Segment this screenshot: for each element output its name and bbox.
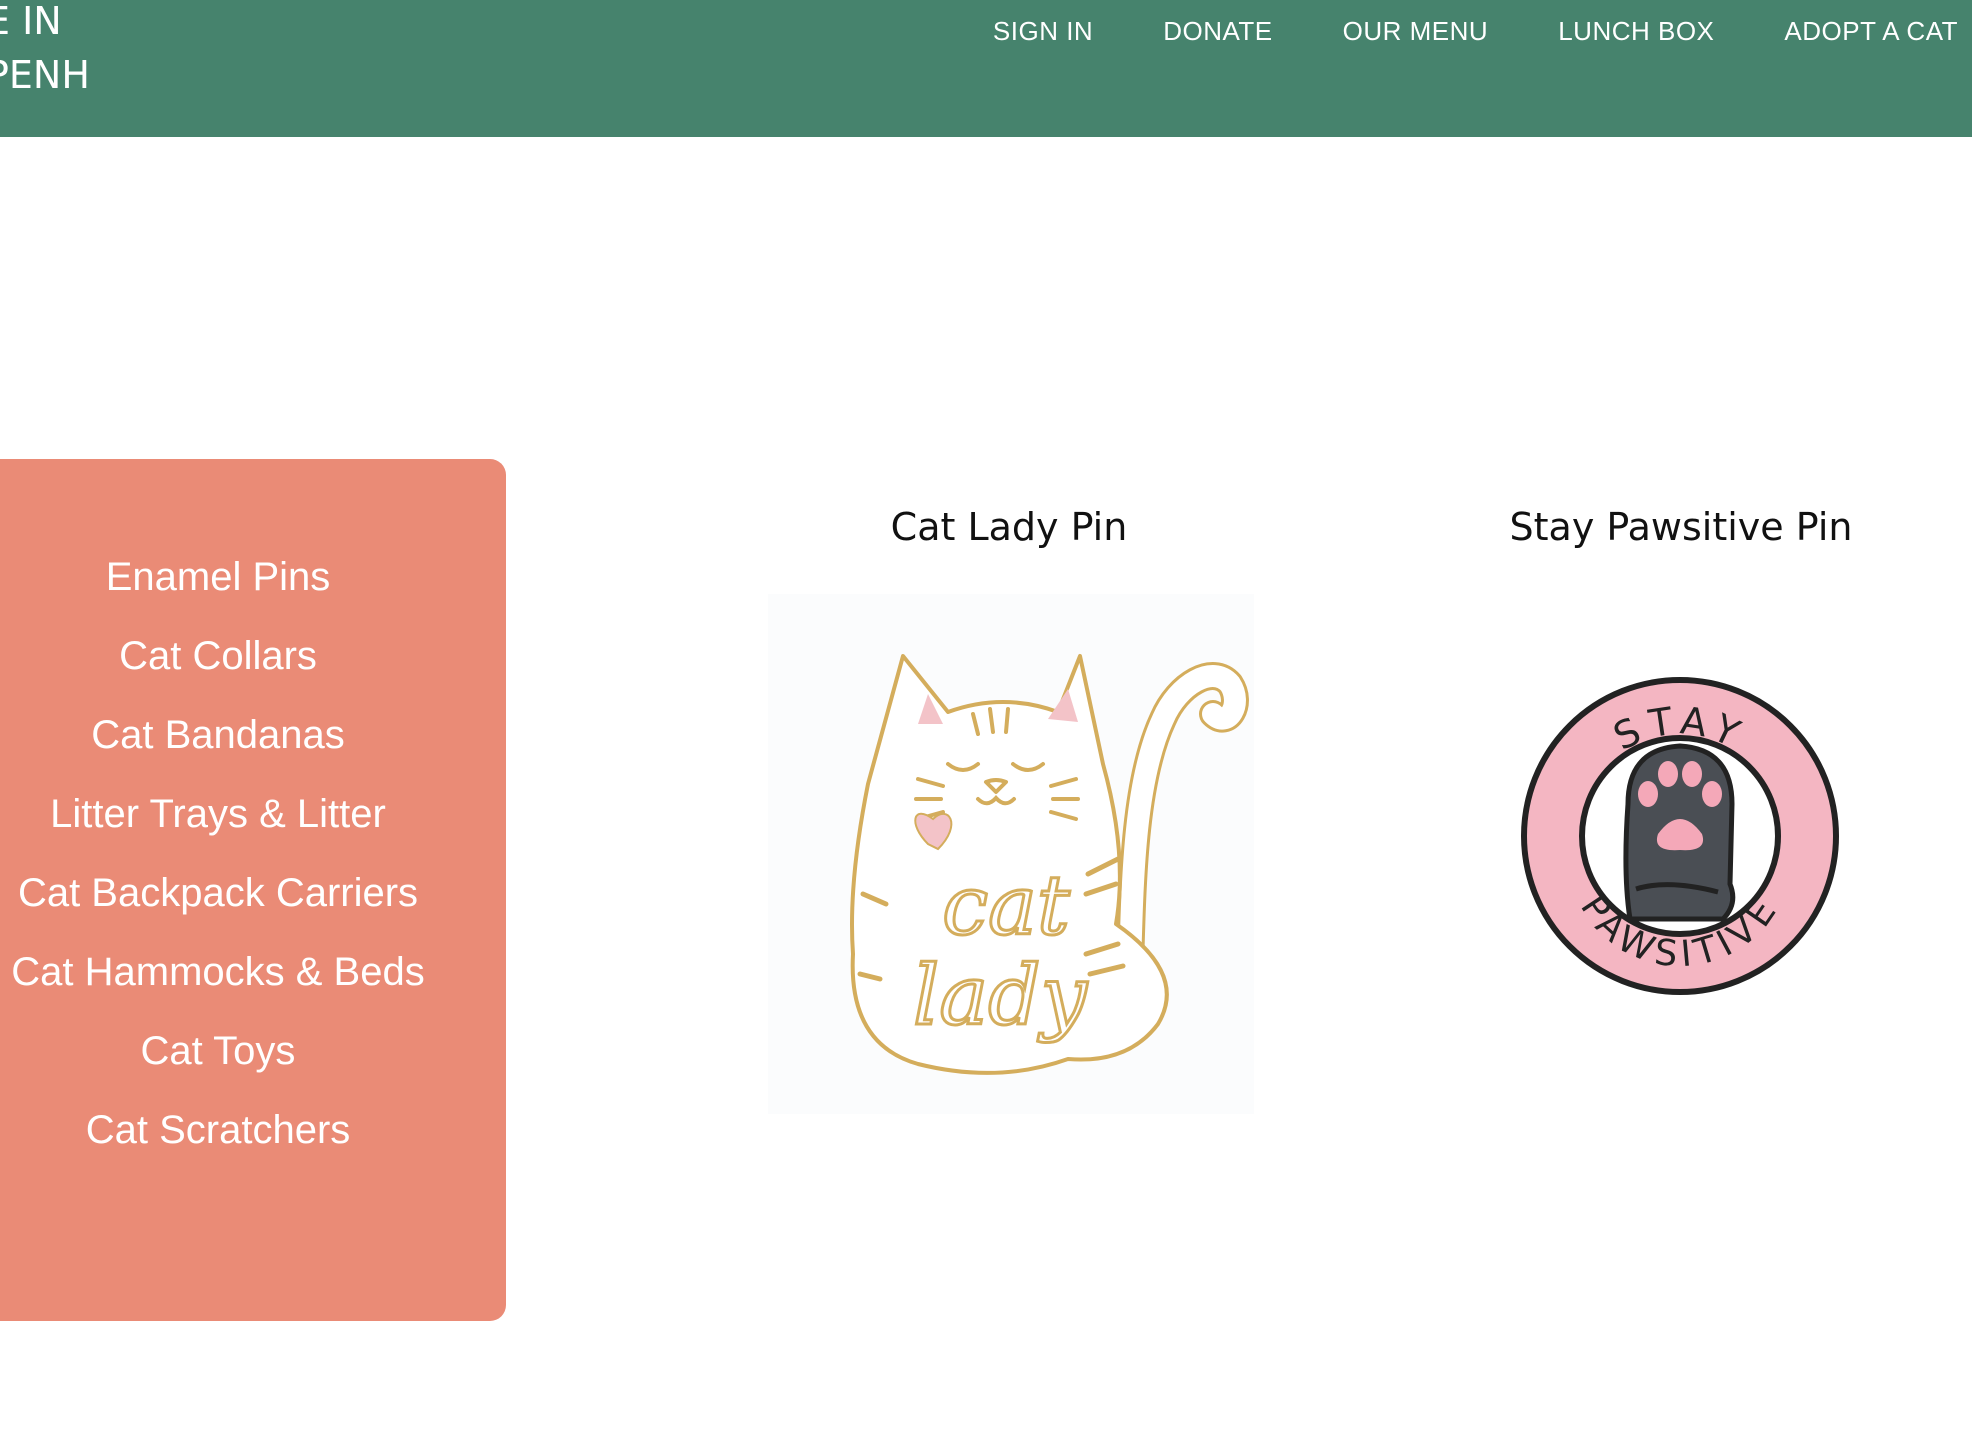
- main-nav: SIGN IN DONATE OUR MENU LUNCH BOX ADOPT …: [993, 14, 1958, 48]
- nav-donate[interactable]: DONATE: [1163, 14, 1272, 48]
- nav-sign-in[interactable]: SIGN IN: [993, 14, 1093, 48]
- category-cat-toys[interactable]: Cat Toys: [0, 1028, 456, 1107]
- stay-pawsitive-pin-image[interactable]: STAY PAWSITIVE: [1518, 674, 1842, 998]
- nav-our-menu[interactable]: OUR MENU: [1343, 14, 1489, 48]
- logo-line-1: E IN: [0, 0, 62, 43]
- nav-lunch-box[interactable]: LUNCH BOX: [1558, 14, 1714, 48]
- category-enamel-pins[interactable]: Enamel Pins: [0, 554, 456, 633]
- category-list: Enamel Pins Cat Collars Cat Bandanas Lit…: [0, 554, 456, 1186]
- cat-lady-pin-word-cat: cat: [942, 859, 1071, 954]
- product-title[interactable]: Stay Pawsitive Pin: [1450, 502, 1912, 552]
- site-header: E IN PENH SIGN IN DONATE OUR MENU LUNCH …: [0, 0, 1972, 137]
- product-card-cat-lady: Cat Lady Pin: [764, 502, 1254, 552]
- category-cat-scratchers[interactable]: Cat Scratchers: [0, 1107, 456, 1186]
- category-litter-trays[interactable]: Litter Trays & Litter: [0, 791, 456, 870]
- cat-lady-pin-illustration: cat lady: [850, 654, 1249, 1075]
- category-backpack-carriers[interactable]: Cat Backpack Carriers: [0, 870, 456, 949]
- nav-adopt-a-cat[interactable]: ADOPT A CAT: [1784, 14, 1958, 48]
- category-hammocks-beds[interactable]: Cat Hammocks & Beds: [0, 949, 456, 1028]
- product-card-stay-pawsitive: Stay Pawsitive Pin: [1450, 502, 1912, 552]
- category-cat-bandanas[interactable]: Cat Bandanas: [0, 712, 456, 791]
- product-title[interactable]: Cat Lady Pin: [764, 502, 1254, 552]
- cat-lady-pin-image[interactable]: cat lady: [768, 594, 1254, 1114]
- site-logo[interactable]: E IN PENH: [0, 0, 90, 102]
- category-sidebar: Enamel Pins Cat Collars Cat Bandanas Lit…: [0, 459, 506, 1321]
- stay-pawsitive-pin-illustration: STAY PAWSITIVE: [1521, 677, 1839, 995]
- category-cat-collars[interactable]: Cat Collars: [0, 633, 456, 712]
- logo-line-2: PENH: [0, 53, 90, 97]
- cat-lady-pin-word-lady: lady: [913, 949, 1089, 1044]
